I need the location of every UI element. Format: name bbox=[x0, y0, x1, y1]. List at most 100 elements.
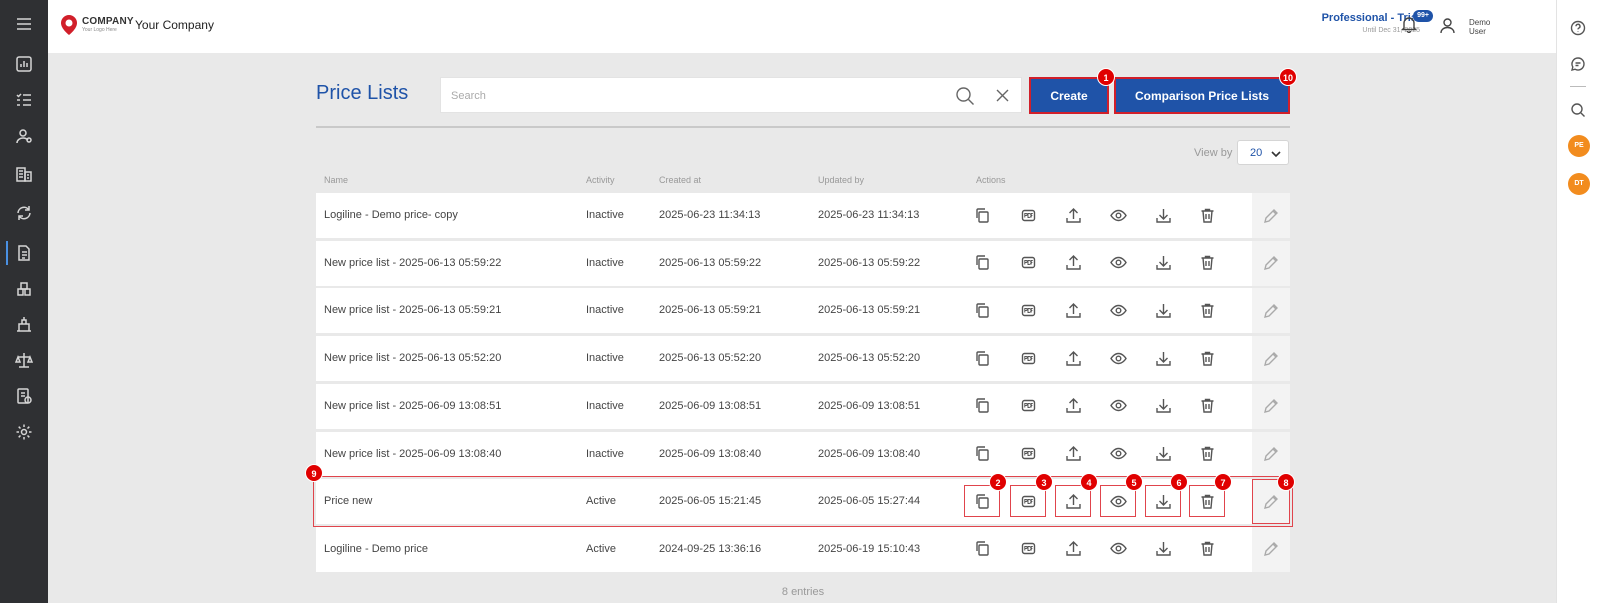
table-row[interactable]: New price list - 2025-06-09 13:08:40 Inac… bbox=[316, 431, 1290, 477]
trash-icon[interactable] bbox=[1189, 533, 1225, 565]
table-row[interactable]: New price list - 2025-06-13 05:52:20 Inac… bbox=[316, 336, 1290, 382]
dashboard-icon[interactable] bbox=[0, 46, 48, 82]
pencil-icon[interactable] bbox=[1252, 336, 1290, 382]
trash-icon[interactable] bbox=[1189, 438, 1225, 470]
upload-icon[interactable] bbox=[1055, 247, 1091, 279]
invoice-icon[interactable] bbox=[0, 378, 48, 414]
upload-icon[interactable] bbox=[1055, 533, 1091, 565]
entries-count: 8 entries bbox=[781, 586, 825, 598]
user-icon[interactable] bbox=[1438, 16, 1457, 40]
row-created-at: 2025-06-13 05:59:21 bbox=[659, 304, 762, 317]
eye-icon[interactable] bbox=[1100, 342, 1136, 374]
table-row[interactable]: New price list - 2025-06-13 05:59:21 Inac… bbox=[316, 288, 1290, 334]
search-input[interactable] bbox=[451, 86, 921, 106]
row-updated-by: 2025-06-23 11:34:13 bbox=[818, 209, 920, 221]
download-icon[interactable] bbox=[1145, 438, 1181, 470]
column-header-activity[interactable]: Activity bbox=[586, 175, 615, 185]
view-by-select[interactable]: 20 bbox=[1237, 140, 1289, 165]
upload-icon[interactable] bbox=[1055, 342, 1091, 374]
pdf-icon[interactable] bbox=[1010, 533, 1046, 565]
trash-icon[interactable] bbox=[1189, 342, 1225, 374]
trash-icon[interactable] bbox=[1189, 294, 1225, 326]
company-logo[interactable]: COMPANY Your Logo Here bbox=[60, 14, 134, 36]
row-name: Price new bbox=[324, 495, 373, 508]
menu-icon[interactable] bbox=[0, 6, 48, 42]
eye-icon[interactable] bbox=[1100, 438, 1136, 470]
row-updated-by: 2025-06-13 05:52:20 bbox=[818, 352, 921, 365]
view-by-value: 20 bbox=[1250, 147, 1263, 159]
eye-icon[interactable] bbox=[1100, 247, 1136, 279]
pdf-icon[interactable] bbox=[1010, 438, 1046, 470]
download-icon[interactable] bbox=[1145, 390, 1181, 422]
download-icon[interactable] bbox=[1145, 199, 1181, 231]
download-icon[interactable] bbox=[1145, 342, 1181, 374]
row-updated-by: 2025-06-13 05:59:22 bbox=[818, 256, 921, 269]
pdf-icon[interactable] bbox=[1010, 342, 1046, 374]
eye-icon[interactable] bbox=[1100, 294, 1136, 326]
left-nav bbox=[0, 0, 48, 603]
warehouse-icon[interactable] bbox=[0, 306, 48, 342]
avatar-dt[interactable]: DT bbox=[1568, 173, 1590, 195]
table-row[interactable]: New price list - 2025-06-09 13:08:51 Inac… bbox=[316, 383, 1290, 429]
pdf-icon[interactable] bbox=[1010, 199, 1046, 231]
eye-icon[interactable] bbox=[1100, 199, 1136, 231]
column-header-created-at[interactable]: Created at bbox=[659, 175, 701, 185]
copy-icon[interactable] bbox=[964, 342, 1000, 374]
user-name[interactable]: Demo User bbox=[1469, 18, 1501, 36]
scale-icon[interactable] bbox=[0, 342, 48, 378]
avatar-pe[interactable]: PE bbox=[1568, 135, 1590, 157]
download-icon[interactable] bbox=[1145, 294, 1181, 326]
copy-icon[interactable] bbox=[964, 390, 1000, 422]
upload-icon[interactable] bbox=[1055, 199, 1091, 231]
tasks-list-icon[interactable] bbox=[0, 82, 48, 118]
copy-icon[interactable] bbox=[964, 294, 1000, 326]
copy-icon[interactable] bbox=[964, 533, 1000, 565]
chevron-down-icon bbox=[1271, 151, 1281, 158]
pencil-icon[interactable] bbox=[1252, 431, 1290, 477]
buildings-icon[interactable] bbox=[0, 156, 48, 192]
row-activity: Active bbox=[586, 542, 616, 555]
trash-icon[interactable] bbox=[1189, 199, 1225, 231]
pencil-icon[interactable] bbox=[1252, 193, 1290, 238]
pdf-icon[interactable] bbox=[1010, 247, 1046, 279]
table-row[interactable]: New price list - 2025-06-13 05:59:22 Inac… bbox=[316, 240, 1290, 286]
help-icon[interactable] bbox=[1570, 20, 1586, 36]
close-icon[interactable] bbox=[995, 88, 1010, 108]
table-row[interactable]: Price new Active 2025-06-05 15:21:45 2025-0… bbox=[313, 476, 1293, 528]
sync-icon[interactable] bbox=[0, 195, 48, 231]
pencil-icon[interactable] bbox=[1252, 240, 1290, 286]
download-icon[interactable] bbox=[1145, 247, 1181, 279]
eye-icon[interactable] bbox=[1100, 533, 1136, 565]
row-activity: Inactive bbox=[586, 447, 624, 460]
column-header-updated-by[interactable]: Updated by bbox=[818, 175, 864, 185]
row-name: New price list - 2025-06-09 13:08:40 bbox=[324, 447, 502, 460]
trash-icon[interactable] bbox=[1189, 247, 1225, 279]
company-name: Your Company bbox=[135, 18, 214, 32]
settings-gear-icon[interactable] bbox=[0, 414, 48, 450]
create-button[interactable]: Create bbox=[1029, 77, 1109, 114]
comparison-price-lists-button[interactable]: Comparison Price Lists bbox=[1114, 77, 1290, 114]
eye-icon[interactable] bbox=[1100, 390, 1136, 422]
column-header-name[interactable]: Name bbox=[324, 175, 348, 185]
contacts-icon[interactable] bbox=[0, 118, 48, 154]
copy-icon[interactable] bbox=[964, 247, 1000, 279]
trash-icon[interactable] bbox=[1189, 390, 1225, 422]
price-lists-icon[interactable] bbox=[0, 235, 48, 271]
pdf-icon[interactable] bbox=[1010, 390, 1046, 422]
pencil-icon[interactable] bbox=[1252, 288, 1290, 334]
pencil-icon[interactable] bbox=[1252, 383, 1290, 429]
upload-icon[interactable] bbox=[1055, 438, 1091, 470]
pdf-icon[interactable] bbox=[1010, 294, 1046, 326]
boxes-icon[interactable] bbox=[0, 271, 48, 307]
upload-icon[interactable] bbox=[1055, 294, 1091, 326]
pencil-icon[interactable] bbox=[1252, 526, 1290, 572]
rail-search-icon[interactable] bbox=[1570, 102, 1586, 118]
copy-icon[interactable] bbox=[964, 438, 1000, 470]
search-icon[interactable] bbox=[955, 86, 975, 111]
upload-icon[interactable] bbox=[1055, 390, 1091, 422]
table-row[interactable]: Logiline - Demo price Active 2024-09-25 13… bbox=[316, 526, 1290, 572]
download-icon[interactable] bbox=[1145, 533, 1181, 565]
chat-icon[interactable] bbox=[1570, 56, 1586, 72]
copy-icon[interactable] bbox=[964, 199, 1000, 231]
table-row[interactable]: Logiline - Demo price- copy Inactive 2025-… bbox=[316, 193, 1290, 238]
